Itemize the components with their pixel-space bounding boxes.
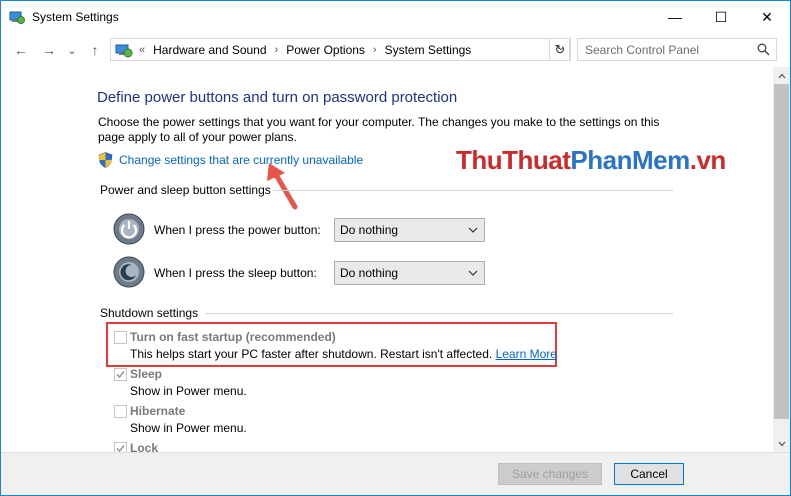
up-button[interactable]: ↑ <box>84 39 106 61</box>
save-changes-button[interactable]: Save changes <box>498 463 602 485</box>
watermark-logo: ThuThuatPhanMem.vn <box>456 145 726 176</box>
chevron-down-icon <box>778 441 785 446</box>
breadcrumb-system-settings[interactable]: System Settings <box>385 43 472 57</box>
search-input[interactable]: Search Control Panel <box>577 38 777 61</box>
minimize-icon: — <box>668 9 682 25</box>
lock-label: Lock <box>130 441 159 452</box>
chevron-down-icon <box>468 270 478 276</box>
window-title: System Settings <box>32 10 119 24</box>
power-button-icon <box>113 213 145 245</box>
checkmark-icon <box>116 370 125 379</box>
address-bar[interactable]: « Hardware and Sound › Power Options › S… <box>110 38 570 61</box>
vertical-scrollbar[interactable] <box>773 67 790 452</box>
maximize-icon: ☐ <box>714 8 728 25</box>
breadcrumb-separator[interactable]: › <box>373 44 377 56</box>
close-icon: ✕ <box>761 8 773 25</box>
power-group-label: Power and sleep button settings <box>100 183 271 197</box>
chevron-down-icon <box>468 227 478 233</box>
search-icon <box>757 43 770 56</box>
sleep-button-select[interactable]: Do nothing <box>334 261 485 285</box>
main-content: Define power buttons and turn on passwor… <box>1 67 773 452</box>
scroll-down-button[interactable] <box>773 435 790 452</box>
forward-arrow-icon: → <box>42 42 56 58</box>
chevron-up-icon <box>778 73 785 78</box>
cancel-button[interactable]: Cancel <box>614 463 684 485</box>
group-divider <box>205 313 673 314</box>
learn-more-link[interactable]: Learn More <box>496 347 557 361</box>
save-changes-label: Save changes <box>511 467 589 481</box>
search-placeholder: Search Control Panel <box>585 42 700 57</box>
change-settings-link[interactable]: Change settings that are currently unava… <box>98 152 363 168</box>
close-button[interactable]: ✕ <box>744 1 790 33</box>
fast-startup-label: Turn on fast startup (recommended) <box>130 330 336 344</box>
cancel-label: Cancel <box>630 467 668 481</box>
sleep-label: Sleep <box>130 367 163 381</box>
fast-startup-description: This helps start your PC faster after sh… <box>130 347 557 361</box>
breadcrumb-power-options[interactable]: Power Options <box>286 43 365 57</box>
watermark-part-1: ThuThuat <box>456 145 571 175</box>
checkmark-icon <box>116 444 125 452</box>
hibernate-description: Show in Power menu. <box>130 421 247 435</box>
shutdown-group-label: Shutdown settings <box>100 306 199 320</box>
breadcrumb-overflow[interactable]: « <box>139 44 145 56</box>
sleep-checkbox[interactable] <box>114 368 127 381</box>
forward-button[interactable]: → <box>38 39 60 61</box>
power-button-label: When I press the power button: <box>154 223 321 237</box>
scroll-up-button[interactable] <box>773 67 790 84</box>
back-button[interactable]: ← <box>10 39 32 61</box>
change-settings-label: Change settings that are currently unava… <box>119 153 364 167</box>
up-arrow-icon: ↑ <box>91 42 99 58</box>
scroll-thumb[interactable] <box>774 84 789 419</box>
sleep-button-value: Do nothing <box>340 266 399 280</box>
chevron-down-icon: ⌄ <box>67 44 77 57</box>
sleep-description: Show in Power menu. <box>130 384 247 398</box>
power-button-value: Do nothing <box>340 223 399 237</box>
breadcrumb-separator[interactable]: › <box>275 44 279 56</box>
fast-startup-checkbox[interactable] <box>114 331 127 344</box>
hibernate-checkbox[interactable] <box>114 405 127 418</box>
maximize-button[interactable]: ☐ <box>698 1 744 33</box>
control-panel-icon <box>115 44 133 57</box>
watermark-part-3: .vn <box>689 145 727 175</box>
control-panel-icon <box>9 11 25 24</box>
back-arrow-icon: ← <box>14 42 28 58</box>
group-divider <box>273 190 673 191</box>
page-description: Choose the power settings that you want … <box>98 115 660 144</box>
minimize-button[interactable]: — <box>652 1 698 33</box>
watermark-part-2: PhanMem <box>570 145 690 175</box>
fast-startup-desc-text: This helps start your PC faster after sh… <box>130 347 493 361</box>
refresh-icon: ↻ <box>554 41 566 57</box>
hibernate-label: Hibernate <box>130 404 186 418</box>
recent-locations-button[interactable]: ⌄ <box>61 39 83 61</box>
breadcrumb-hardware-and-sound[interactable]: Hardware and Sound <box>153 43 266 57</box>
power-button-select[interactable]: Do nothing <box>334 218 485 242</box>
footer-bar: Save changes Cancel <box>1 452 790 495</box>
page-title: Define power buttons and turn on passwor… <box>97 89 458 106</box>
uac-shield-icon <box>98 152 113 168</box>
sleep-button-label: When I press the sleep button: <box>154 266 317 280</box>
system-settings-window: System Settings — ☐ ✕ ← → ⌄ ↑ « Hardware… <box>0 0 791 496</box>
navigation-bar: ← → ⌄ ↑ « Hardware and Sound › Power Opt… <box>1 33 790 66</box>
title-bar: System Settings — ☐ ✕ <box>1 1 790 33</box>
sleep-button-icon <box>113 256 145 288</box>
lock-checkbox[interactable] <box>114 442 127 452</box>
refresh-button[interactable]: ↻ <box>549 38 571 61</box>
